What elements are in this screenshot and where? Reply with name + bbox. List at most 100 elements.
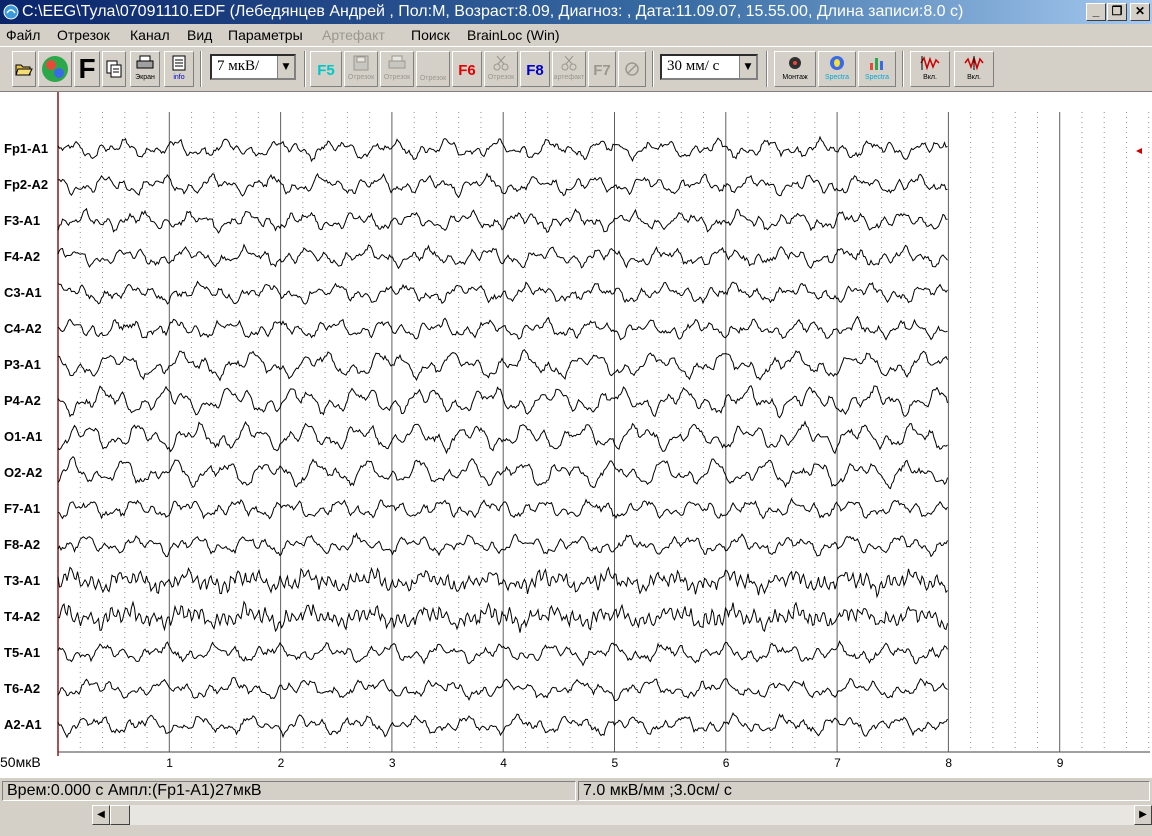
- font-button[interactable]: F: [74, 51, 100, 87]
- menu-file[interactable]: Файл: [6, 27, 40, 43]
- scissors-icon: [561, 55, 577, 71]
- menu-parameters[interactable]: Параметры: [228, 27, 303, 43]
- f7-label: F7: [593, 62, 611, 79]
- font-icon: F: [78, 53, 96, 84]
- spectra-map-button[interactable]: Spectra: [818, 51, 856, 87]
- time-tick-label: 5: [611, 756, 619, 770]
- toolbar-separator: [902, 51, 904, 87]
- print-segment-button[interactable]: Отрезок: [380, 51, 414, 87]
- speed-value: 30 мм/ с: [667, 58, 720, 74]
- channel-label[interactable]: Fp2-A2: [4, 177, 48, 192]
- f6-button[interactable]: F6: [452, 51, 482, 87]
- save-segment-button[interactable]: Отрезок: [344, 51, 378, 87]
- channel-label[interactable]: O2-A2: [4, 465, 42, 480]
- channel-label[interactable]: C3-A1: [4, 285, 42, 300]
- segment-action-button[interactable]: Отрезок: [484, 51, 518, 87]
- time-tick-label: 6: [722, 756, 730, 770]
- channel-label[interactable]: F4-A2: [4, 249, 40, 264]
- time-tick-label: 8: [945, 756, 953, 770]
- printer-icon: [388, 55, 406, 69]
- channel-label[interactable]: A2-A1: [4, 717, 42, 732]
- amplitude-scale-label: 50мкВ: [0, 754, 41, 770]
- channel-label[interactable]: T5-A1: [4, 645, 40, 660]
- waveform-icon: [920, 56, 940, 71]
- horizontal-scrollbar[interactable]: ◀ ▶: [92, 805, 1152, 825]
- eeg-traces[interactable]: [0, 92, 1152, 778]
- amplitude-select[interactable]: 7 мкВ/ ▼: [210, 54, 296, 80]
- channel-label[interactable]: T6-A2: [4, 681, 40, 696]
- channel-label[interactable]: T4-A2: [4, 609, 40, 624]
- folder-open-icon: [15, 64, 33, 76]
- channel-label[interactable]: F3-A1: [4, 213, 40, 228]
- scissors-icon: [493, 55, 509, 71]
- enable-button-2[interactable]: Вкл.: [954, 51, 994, 87]
- time-tick-label: 7: [834, 756, 841, 770]
- spectra-button[interactable]: [38, 51, 72, 87]
- channel-label[interactable]: P4-A2: [4, 393, 41, 408]
- bar-chart-icon: [870, 58, 883, 70]
- restore-button[interactable]: ❐: [1107, 3, 1127, 21]
- artifact-button[interactable]: артефакт: [552, 51, 586, 87]
- print-screen-button[interactable]: Экран: [130, 51, 160, 87]
- menu-brainloc[interactable]: BrainLoc (Win): [467, 27, 560, 43]
- time-tick-label: 3: [388, 756, 396, 770]
- enable-label-2: Вкл.: [967, 74, 981, 81]
- f7-button[interactable]: F7: [588, 51, 616, 87]
- app-icon: [3, 4, 19, 20]
- speed-select[interactable]: 30 мм/ с ▼: [660, 54, 758, 80]
- channel-label[interactable]: C4-A2: [4, 321, 42, 336]
- open-file-button[interactable]: [12, 51, 36, 87]
- channel-label[interactable]: F8-A2: [4, 537, 40, 552]
- channel-label[interactable]: O1-A1: [4, 429, 42, 444]
- segment-label: Отрезок: [419, 75, 447, 82]
- eeg-display[interactable]: Fp1-A1 Fp2-A2 F3-A1 F4-A2 C3-A1 C4-A2 P3-A1 P4-…: [0, 92, 1152, 778]
- f5-button[interactable]: F5: [310, 51, 342, 87]
- channel-label[interactable]: F7-A1: [4, 501, 40, 516]
- head-map-icon: [830, 56, 844, 70]
- menu-segment[interactable]: Отрезок: [57, 27, 110, 43]
- minimize-button[interactable]: _: [1086, 3, 1106, 21]
- montage-icon: [789, 57, 801, 69]
- info-button[interactable]: info: [164, 51, 194, 87]
- waveform-icon: [964, 55, 984, 71]
- amplitude-value: 7 мкВ/: [217, 58, 260, 74]
- copy-icon: [106, 60, 122, 78]
- print-screen-label: Экран: [135, 74, 155, 81]
- channel-label[interactable]: Fp1-A1: [4, 141, 48, 156]
- spectra2-label: Spectra: [864, 74, 890, 81]
- menu-view[interactable]: Вид: [187, 27, 212, 43]
- info-icon: [172, 55, 186, 71]
- menu-artifact[interactable]: Артефакт: [322, 27, 385, 43]
- spectra-chart-button[interactable]: Spectra: [858, 51, 896, 87]
- floppy-icon: [353, 55, 369, 71]
- enable-label-1: Вкл.: [923, 74, 937, 81]
- menu-search[interactable]: Поиск: [411, 27, 450, 43]
- close-button[interactable]: ✕: [1130, 3, 1150, 21]
- time-tick-label: 4: [500, 756, 507, 770]
- title-bar: C:\EEG\Тула\07091110.EDF (Лебедянцев Анд…: [0, 0, 1152, 24]
- toolbar-separator: [766, 51, 768, 87]
- scroll-left-button[interactable]: ◀: [92, 805, 110, 825]
- chevron-down-icon[interactable]: ▼: [277, 56, 294, 78]
- segment-button[interactable]: Отрезок: [416, 51, 450, 87]
- menu-channel[interactable]: Канал: [130, 27, 170, 43]
- channel-label[interactable]: P3-A1: [4, 357, 41, 372]
- montage-button[interactable]: Монтаж: [774, 51, 816, 87]
- status-time-amplitude: Врем:0.000 с Ампл:(Fp1-A1)27мкВ: [2, 781, 576, 801]
- chevron-down-icon[interactable]: ▼: [739, 56, 756, 78]
- scroll-thumb[interactable]: [110, 805, 130, 825]
- stop-button[interactable]: [618, 51, 646, 87]
- save-segment-label: Отрезок: [347, 74, 375, 81]
- scroll-right-button[interactable]: ▶: [1134, 805, 1152, 825]
- f8-button[interactable]: F8: [520, 51, 550, 87]
- spectra-label: Spectra: [824, 74, 850, 81]
- toolbar-separator: [652, 51, 654, 87]
- f8-sub-label: артефакт: [553, 74, 585, 81]
- time-tick-label: 1: [166, 756, 173, 770]
- window-title: C:\EEG\Тула\07091110.EDF (Лебедянцев Анд…: [22, 3, 964, 20]
- copy-button[interactable]: [102, 51, 126, 87]
- stop-icon: [625, 62, 639, 76]
- enable-button-1[interactable]: Вкл.: [910, 51, 950, 87]
- toolbar-separator: [304, 51, 306, 87]
- channel-label[interactable]: T3-A1: [4, 573, 40, 588]
